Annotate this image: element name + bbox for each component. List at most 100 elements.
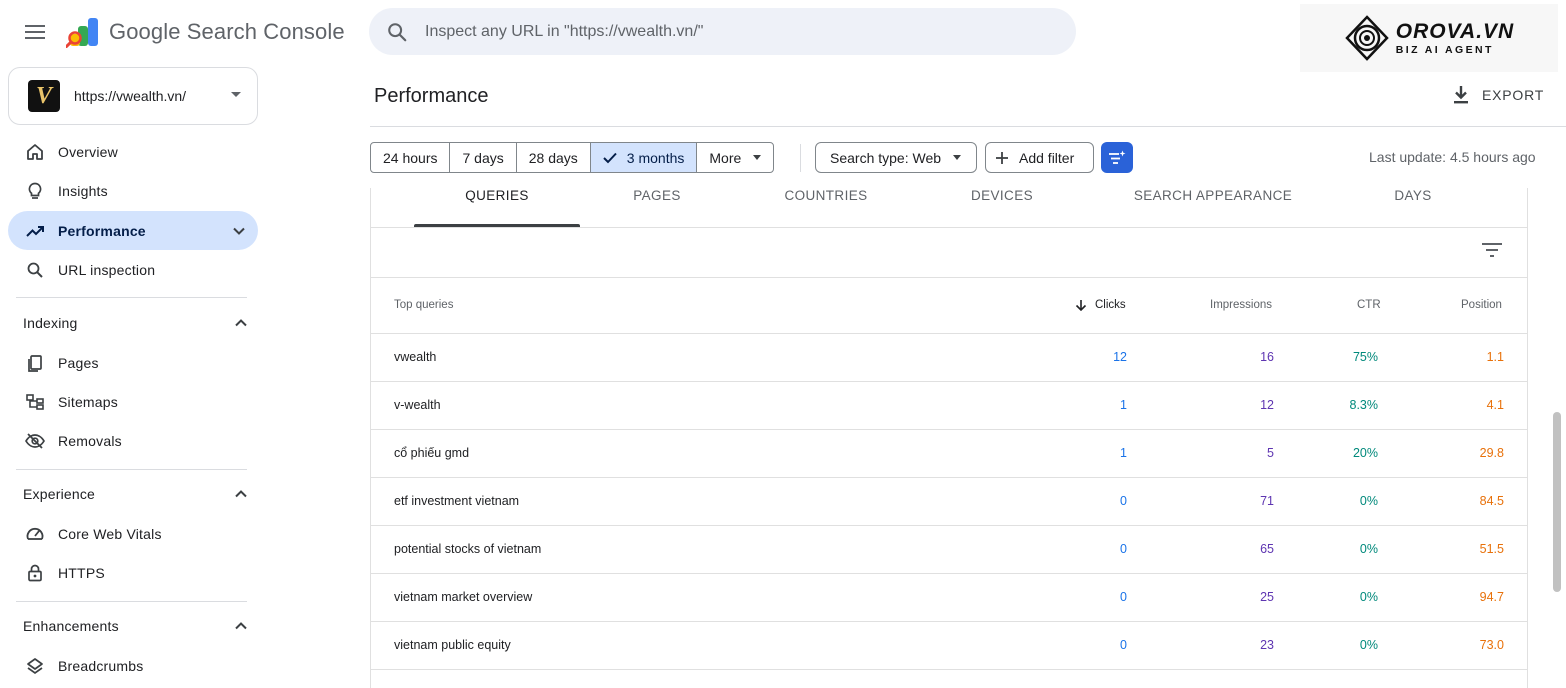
- table-row[interactable]: v-wealth 1 12 8.3% 4.1: [371, 382, 1527, 430]
- clicks-cell: 1: [1120, 446, 1127, 460]
- export-button[interactable]: EXPORT: [1440, 78, 1546, 112]
- search-icon: [388, 22, 407, 41]
- arrow-down-icon: [1075, 300, 1087, 311]
- range-more-dropdown[interactable]: More: [697, 143, 773, 172]
- url-inspect-bar[interactable]: [369, 8, 1076, 55]
- table-row[interactable]: vwealth 12 16 75% 1.1: [371, 334, 1527, 382]
- plus-icon: [996, 151, 1008, 164]
- app-title: Google Search Console: [109, 19, 345, 44]
- tab-devices[interactable]: DEVICES: [931, 188, 1073, 228]
- position-cell: 94.7: [1479, 590, 1504, 604]
- tab-search-appearance[interactable]: SEARCH APPEARANCE: [1111, 188, 1315, 228]
- sidebar-item-label: Breadcrumbs: [58, 657, 144, 674]
- sidebar-item-core-web-vitals[interactable]: Core Web Vitals: [8, 514, 258, 553]
- active-tab-indicator: [414, 224, 580, 227]
- download-icon: [1454, 86, 1468, 104]
- clicks-cell: 12: [1113, 350, 1127, 364]
- query-cell: v-wealth: [394, 398, 441, 412]
- impressions-cell: 12: [1260, 398, 1274, 412]
- table-row[interactable]: vietnam public equity 0 23 0% 73.0: [371, 622, 1527, 670]
- query-cell: etf investment vietnam: [394, 494, 520, 508]
- section-experience[interactable]: Experience: [8, 476, 258, 512]
- sidebar-item-insights[interactable]: Insights: [8, 171, 258, 210]
- export-label: EXPORT: [1482, 87, 1545, 103]
- chevron-down-icon: [233, 227, 245, 235]
- lightbulb-icon: [25, 181, 45, 201]
- table-row[interactable]: potential stocks of vietnam 0 65 0% 51.5: [371, 526, 1527, 574]
- section-title: Indexing: [23, 315, 78, 331]
- sidebar-divider: [16, 297, 247, 298]
- column-header-ctr[interactable]: CTR: [1357, 299, 1381, 311]
- range-28-days[interactable]: 28 days: [517, 143, 591, 172]
- table-row[interactable]: cổ phiếu gmd 1 5 20% 29.8: [371, 430, 1527, 478]
- column-header-position[interactable]: Position: [1461, 299, 1502, 311]
- sidebar-item-https[interactable]: HTTPS: [8, 553, 258, 592]
- sidebar-item-label: HTTPS: [58, 564, 105, 581]
- sidebar-divider: [16, 601, 247, 602]
- search-type-dropdown[interactable]: Search type: Web: [815, 142, 977, 173]
- dimension-tabs: QUERIES PAGES COUNTRIES DEVICES SEARCH A…: [371, 188, 1527, 228]
- column-header-label: Clicks: [1095, 299, 1126, 311]
- sidebar-item-removals[interactable]: Removals: [8, 421, 258, 460]
- table-row[interactable]: vietnam market overview 0 25 0% 94.7: [371, 574, 1527, 622]
- clicks-cell: 1: [1120, 398, 1127, 412]
- url-inspect-input[interactable]: [425, 22, 1025, 41]
- sidebar-item-label: Removals: [58, 432, 122, 449]
- tab-queries[interactable]: QUERIES: [414, 188, 580, 228]
- range-label: More: [709, 149, 742, 166]
- sidebar-item-url-inspection[interactable]: URL inspection: [8, 250, 258, 289]
- add-filter-button[interactable]: Add filter: [985, 142, 1094, 173]
- main-menu-button[interactable]: [22, 19, 48, 45]
- sidebar-item-label: Overview: [58, 143, 118, 160]
- toolbar-divider: [800, 144, 801, 172]
- tab-label: DEVICES: [970, 188, 1034, 203]
- table-row[interactable]: etf investment vietnam 0 71 0% 84.5: [371, 478, 1527, 526]
- section-indexing[interactable]: Indexing: [8, 305, 258, 341]
- property-selector[interactable]: V https://vwealth.vn/: [8, 67, 258, 125]
- chevron-up-icon: [235, 490, 247, 498]
- scrollbar-thumb[interactable]: [1553, 412, 1561, 592]
- sitemap-icon: [25, 392, 45, 412]
- property-url: https://vwealth.vn/: [74, 88, 187, 104]
- brand-name: OROVA.VN: [1395, 19, 1515, 43]
- range-24-hours[interactable]: 24 hours: [371, 143, 451, 172]
- sidebar-item-performance[interactable]: Performance: [8, 211, 258, 250]
- tab-countries[interactable]: COUNTRIES: [751, 188, 901, 228]
- column-header-impressions[interactable]: Impressions: [1210, 299, 1272, 311]
- sidebar-item-label: Performance: [58, 222, 146, 239]
- filter-rows-button[interactable]: [1481, 240, 1503, 260]
- range-3-months[interactable]: 3 months: [590, 143, 698, 172]
- column-header-top-queries[interactable]: Top queries: [394, 299, 453, 311]
- tab-label: PAGES: [633, 188, 681, 203]
- tab-days[interactable]: DAYS: [1361, 188, 1465, 228]
- ai-filter-button[interactable]: [1101, 142, 1133, 173]
- page-title: Performance: [374, 85, 489, 107]
- hamburger-menu-icon: [25, 25, 45, 39]
- home-icon: [25, 142, 45, 162]
- tab-label: QUERIES: [465, 188, 529, 203]
- section-enhancements[interactable]: Enhancements: [8, 608, 258, 644]
- sidebar-item-pages[interactable]: Pages: [8, 343, 258, 382]
- query-cell: cổ phiếu gmd: [394, 446, 470, 460]
- query-cell: vwealth: [394, 350, 437, 364]
- sidebar-item-overview[interactable]: Overview: [8, 132, 258, 171]
- tab-pages[interactable]: PAGES: [586, 188, 728, 228]
- sidebar-item-label: URL inspection: [58, 261, 156, 278]
- ctr-cell: 8.3%: [1349, 398, 1379, 412]
- range-label: 28 days: [528, 149, 578, 166]
- range-label: 3 months: [626, 149, 685, 166]
- search-icon: [25, 260, 45, 280]
- sidebar-item-breadcrumbs[interactable]: Breadcrumbs: [8, 646, 258, 685]
- query-cell: potential stocks of vietnam: [394, 542, 542, 556]
- sidebar-item-label: Insights: [58, 182, 108, 199]
- pages-icon: [25, 353, 45, 373]
- sidebar-divider: [16, 469, 247, 470]
- range-label: 24 hours: [383, 149, 438, 166]
- impressions-cell: 65: [1260, 542, 1274, 556]
- column-header-clicks[interactable]: Clicks: [1075, 299, 1126, 311]
- position-cell: 29.8: [1479, 446, 1504, 460]
- ctr-cell: 0%: [1359, 638, 1378, 652]
- range-7-days[interactable]: 7 days: [450, 143, 517, 172]
- impressions-cell: 25: [1260, 590, 1274, 604]
- sidebar-item-sitemaps[interactable]: Sitemaps: [8, 382, 258, 421]
